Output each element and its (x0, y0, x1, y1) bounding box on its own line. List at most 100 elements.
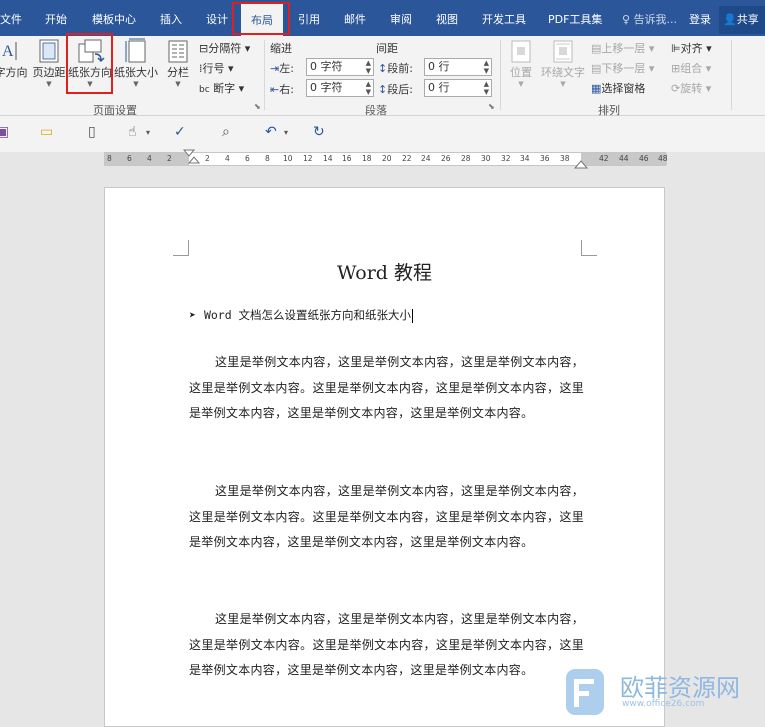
line-numbers-button[interactable]: ⁞行号 ▾ (199, 60, 234, 76)
group-button[interactable]: ⊞组合 ▾ (671, 60, 711, 76)
bring-forward-button[interactable]: ▤上移一层 ▾ (591, 40, 654, 56)
right-indent-marker-icon[interactable] (574, 158, 588, 170)
spinner-arrows-icon[interactable]: ▲ ▼ (484, 80, 489, 96)
paragraph-launcher-icon[interactable]: ⬊ (488, 102, 495, 111)
tab-mailings[interactable]: 邮件 (344, 0, 366, 36)
position-button[interactable]: 位置 ▼ (505, 38, 537, 88)
indent-left-input[interactable]: 0 字符 ▲ ▼ (306, 58, 374, 76)
rotate-button[interactable]: ⟳旋转 ▾ (671, 80, 711, 96)
spelling-icon[interactable]: ✓ (174, 124, 186, 140)
person-icon: 👤 (723, 13, 737, 26)
tab-review[interactable]: 审阅 (390, 0, 412, 36)
svg-text:A: A (2, 43, 14, 60)
dropdown-arrow-icon[interactable]: ▾ (146, 128, 150, 137)
orientation-icon (78, 39, 105, 63)
hyphenation-button[interactable]: bc 断字 ▾ (199, 80, 244, 96)
ruler-number: 16 (342, 154, 352, 163)
open-folder-icon[interactable]: ▭ (40, 124, 53, 140)
indent-right-icon: ⇤ (270, 83, 280, 96)
login-link[interactable]: 登录 (689, 0, 711, 36)
margin-corner-mark (581, 240, 597, 256)
share-button[interactable]: 👤共享 (719, 6, 765, 34)
body-paragraph[interactable]: 这里是举例文本内容，这里是举例文本内容，这里是举例文本内容，这里是举例文本内容。… (189, 479, 584, 556)
ruler-number: 36 (540, 154, 550, 163)
wrap-text-button[interactable]: 环绕文字 ▼ (539, 38, 587, 88)
new-document-icon[interactable]: ▯ (88, 124, 96, 140)
align-button[interactable]: ⊫对齐 ▾ (671, 40, 712, 56)
dropdown-arrow-icon[interactable]: ▾ (284, 128, 288, 137)
spacing-before-label: ↕段前: (378, 62, 413, 75)
watermark-site-name: 欧菲资源网 (620, 674, 740, 702)
document-title[interactable]: Word 教程 (105, 258, 664, 285)
ruler-number: 10 (283, 154, 293, 163)
bring-forward-icon: ▤ (591, 42, 602, 55)
spacing-before-input[interactable]: 0 行 ▲ ▼ (424, 58, 492, 76)
margins-button[interactable]: 页边距 ▼ (30, 38, 68, 88)
columns-button[interactable]: 分栏 ▼ (163, 38, 193, 88)
ruler-number: 12 (303, 154, 313, 163)
tab-design[interactable]: 设计 (206, 0, 228, 36)
ruler-number: 14 (323, 154, 333, 163)
ruler-number: 22 (402, 154, 412, 163)
tab-file[interactable]: 文件 (0, 0, 22, 36)
ruler-number: 24 (421, 154, 431, 163)
ruler-number: 2 (205, 154, 210, 163)
spacing-after-icon: ↕ (378, 83, 388, 96)
ruler-number: 28 (461, 154, 471, 163)
tab-home[interactable]: 开始 (45, 0, 67, 36)
indent-right-input[interactable]: 0 字符 ▲ ▼ (306, 79, 374, 97)
ruler-number: 42 (599, 154, 609, 163)
ruler-number: 32 (501, 154, 511, 163)
indent-label: 缩进 (270, 42, 292, 55)
spinner-arrows-icon[interactable]: ▲ ▼ (366, 59, 371, 75)
ruler-number: 6 (245, 154, 250, 163)
spacing-label: 间距 (376, 42, 398, 55)
redo-icon[interactable]: ↻ (313, 124, 325, 140)
indent-right-label: ⇤右: (270, 83, 294, 96)
ribbon-layout: A 字方向 页边距 ▼ 纸张方向 ▼ 纸张大小 ▼ (0, 36, 765, 117)
align-icon: ⊫ (671, 42, 681, 55)
columns-icon (168, 40, 188, 63)
text-direction-icon: A (2, 42, 17, 60)
touch-mode-icon[interactable]: ☝ (128, 124, 137, 140)
tab-insert[interactable]: 插入 (160, 0, 182, 36)
ruler-number: 8 (107, 154, 112, 163)
tell-me-search[interactable]: ♀ 告诉我... (622, 0, 677, 36)
ruler-number: 46 (639, 154, 649, 163)
margin-corner-mark (173, 240, 189, 256)
spacing-after-input[interactable]: 0 行 ▲ ▼ (424, 79, 492, 97)
body-paragraph[interactable]: 这里是举例文本内容，这里是举例文本内容，这里是举例文本内容，这里是举例文本内容。… (189, 350, 584, 427)
breaks-button[interactable]: ⊟分隔符 ▾ (199, 40, 250, 56)
print-preview-icon[interactable]: ⌕ (222, 124, 230, 140)
orientation-button[interactable]: 纸张方向 ▼ (68, 38, 112, 88)
ruler-number: 20 (382, 154, 392, 163)
body-paragraph[interactable]: 这里是举例文本内容，这里是举例文本内容，这里是举例文本内容，这里是举例文本内容。… (189, 607, 584, 684)
spacing-before-icon: ↕ (378, 62, 388, 75)
tab-template-center[interactable]: 模板中心 (92, 0, 136, 36)
indent-markers-icon[interactable] (180, 149, 200, 177)
tab-layout[interactable]: 布局 (241, 4, 283, 36)
tab-references[interactable]: 引用 (298, 0, 320, 36)
tab-developer[interactable]: 开发工具 (482, 0, 526, 36)
selection-pane-icon: ▦ (591, 82, 602, 95)
tab-pdf-tools[interactable]: PDF工具集 (548, 0, 602, 36)
margins-icon (39, 39, 59, 63)
document-page[interactable]: Word 教程 ➤ Word 文档怎么设置纸张方向和纸张大小 这里是举例文本内容，… (104, 187, 665, 727)
spinner-arrows-icon[interactable]: ▲ ▼ (484, 59, 489, 75)
selection-pane-button[interactable]: ▦选择窗格 (591, 80, 645, 96)
bullet-list-item[interactable]: ➤ Word 文档怎么设置纸张方向和纸张大小 (189, 307, 414, 323)
page-setup-launcher-icon[interactable]: ⬊ (254, 102, 261, 111)
ruler-number: 18 (362, 154, 372, 163)
send-backward-button[interactable]: ▤下移一层 ▾ (591, 60, 654, 76)
ruler-number: 4 (225, 154, 230, 163)
tab-view[interactable]: 视图 (436, 0, 458, 36)
wrap-text-icon (553, 40, 573, 63)
quick-access-toolbar: ▣ ▭ ▯ ☝ ▾ ✓ ⌕ ↶ ▾ ↻ (0, 116, 765, 152)
arrow-bullet-icon: ➤ (189, 308, 196, 322)
undo-icon[interactable]: ↶ (265, 124, 277, 140)
save-icon[interactable]: ▣ (0, 124, 9, 140)
group-separator (731, 40, 732, 110)
text-direction-button[interactable]: A 字方向 (0, 38, 28, 80)
spinner-arrows-icon[interactable]: ▲ ▼ (366, 80, 371, 96)
paper-size-button[interactable]: 纸张大小 ▼ (113, 38, 159, 88)
